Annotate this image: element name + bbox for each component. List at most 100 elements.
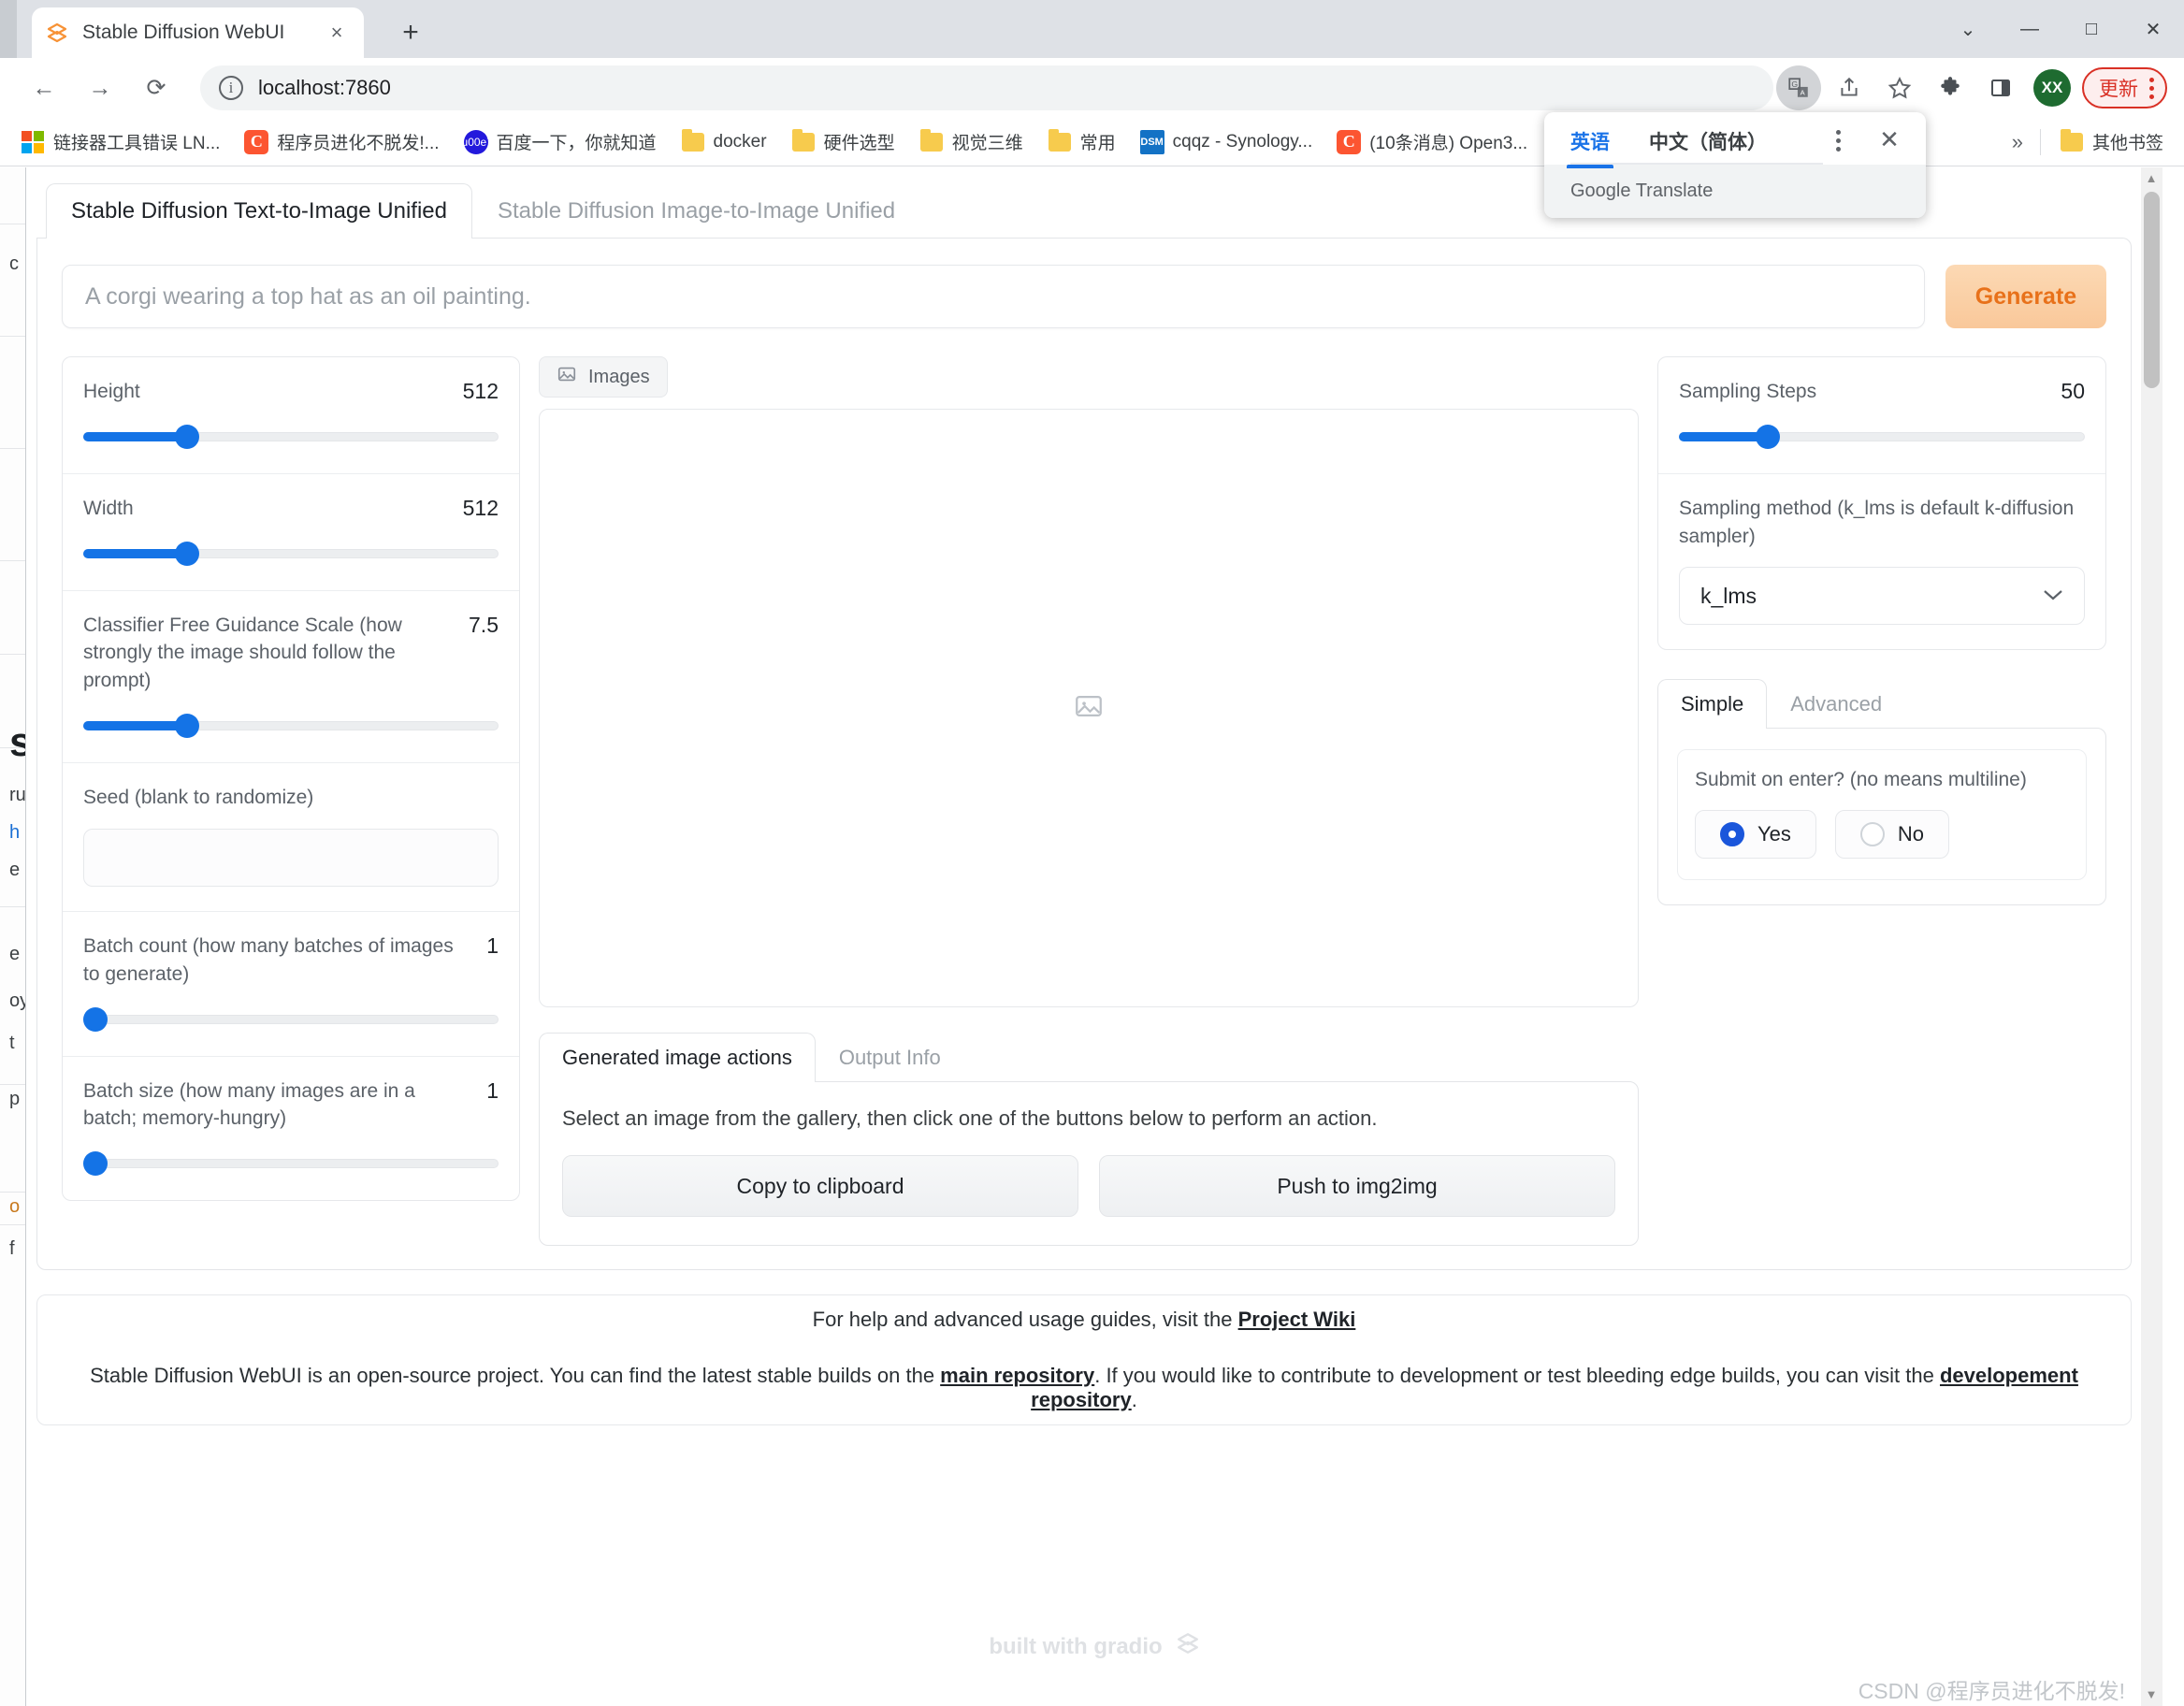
bookmark-item[interactable]: docker xyxy=(681,130,767,154)
sampling-panel: Sampling Steps 50 xyxy=(1657,356,2106,650)
other-bookmarks-item[interactable]: 其他书签 xyxy=(2060,129,2163,154)
bookmark-item[interactable]: 链接器工具错误 LN... xyxy=(21,129,220,154)
slider-knob[interactable] xyxy=(1756,425,1780,449)
slider-fill xyxy=(1679,432,1768,441)
slider-knob[interactable] xyxy=(175,542,199,566)
sampling-method-select[interactable]: k_lms xyxy=(1679,567,2085,625)
chrome-menu-icon[interactable] xyxy=(2149,78,2154,99)
control-value: 1 xyxy=(486,933,499,959)
prompt-placeholder: A corgi wearing a top hat as an oil pain… xyxy=(85,283,531,311)
tab-image-to-image[interactable]: Stable Diffusion Image-to-Image Unified xyxy=(472,183,920,239)
bookmarks-overflow-icon[interactable]: » xyxy=(1995,130,2040,154)
left-parameters-column: Height 512 xyxy=(62,356,520,1201)
output-tabs: Generated image actions Output Info xyxy=(539,1034,1639,1082)
width-slider[interactable] xyxy=(83,542,499,566)
copy-to-clipboard-button[interactable]: Copy to clipboard xyxy=(562,1155,1078,1217)
extensions-puzzle-icon[interactable] xyxy=(1928,65,1973,110)
sampling-steps-slider[interactable] xyxy=(1679,425,2085,449)
translate-options-kebab-icon[interactable] xyxy=(1823,125,1853,155)
bg-text-fragment: oy xyxy=(9,990,26,1012)
window-left-edge xyxy=(0,0,17,58)
prompt-input[interactable]: A corgi wearing a top hat as an oil pain… xyxy=(62,265,1925,328)
bg-text-fragment: p xyxy=(9,1089,26,1110)
back-icon[interactable]: ← xyxy=(21,65,67,111)
translate-tab-chinese[interactable]: 中文（简体） xyxy=(1649,112,1767,168)
cfg-scale-slider[interactable] xyxy=(83,714,499,738)
side-panel-icon[interactable] xyxy=(1978,65,2023,110)
bookmark-label: cqqz - Synology... xyxy=(1173,132,1313,152)
tab-generated-image-actions[interactable]: Generated image actions xyxy=(539,1033,816,1082)
translate-tab-english[interactable]: 英语 xyxy=(1570,112,1610,168)
description-part-2: . If you would like to contribute to dev… xyxy=(1094,1364,1940,1387)
gallery-tab-images[interactable]: Images xyxy=(539,356,668,398)
project-wiki-link[interactable]: Project Wiki xyxy=(1238,1308,1356,1331)
batch-count-slider[interactable] xyxy=(83,1007,499,1032)
bookmark-label: 链接器工具错误 LN... xyxy=(53,129,220,154)
scrollbar-thumb[interactable] xyxy=(2144,192,2160,388)
tab-advanced[interactable]: Advanced xyxy=(1767,679,1905,729)
bookmark-item[interactable]: C 程序员进化不脱发!... xyxy=(244,129,439,154)
close-window-button[interactable]: ✕ xyxy=(2122,0,2184,58)
bookmark-item[interactable]: C (10条消息) Open3... xyxy=(1337,129,1527,154)
page-scrollbar[interactable]: ▲ ▼ xyxy=(2141,167,2162,1706)
seed-input[interactable] xyxy=(83,829,499,887)
scroll-down-arrow-icon[interactable]: ▼ xyxy=(2144,1687,2159,1702)
control-label: Classifier Free Guidance Scale (how stro… xyxy=(83,612,456,695)
generate-button[interactable]: Generate xyxy=(1945,265,2106,328)
slider-knob[interactable] xyxy=(175,425,199,449)
description-part-1: Stable Diffusion WebUI is an open-source… xyxy=(90,1364,940,1387)
batch-size-slider[interactable] xyxy=(83,1151,499,1176)
share-icon[interactable] xyxy=(1827,65,1872,110)
height-slider[interactable] xyxy=(83,425,499,449)
update-button[interactable]: 更新 xyxy=(2082,67,2167,108)
bookmark-item[interactable]: 硬件选型 xyxy=(791,129,895,154)
avatar[interactable]: XX xyxy=(2033,69,2071,107)
svg-text:G: G xyxy=(1791,80,1798,89)
tab-simple[interactable]: Simple xyxy=(1657,679,1767,729)
csdn-icon: C xyxy=(1337,130,1361,154)
bg-text-fragment: e xyxy=(9,944,26,965)
translate-close-icon[interactable]: ✕ xyxy=(1873,123,1905,155)
gradio-credit[interactable]: built with gradio xyxy=(26,1631,2162,1662)
simple-advanced-section: Simple Advanced Submit on enter? (no mea… xyxy=(1657,680,2106,905)
app-body: A corgi wearing a top hat as an oil pain… xyxy=(36,238,2132,1270)
minimize-button[interactable]: — xyxy=(1999,0,2061,58)
maximize-button[interactable]: □ xyxy=(2061,0,2122,58)
radio-no[interactable]: No xyxy=(1835,810,1949,859)
radio-yes[interactable]: Yes xyxy=(1695,810,1816,859)
slider-knob[interactable] xyxy=(83,1151,108,1176)
bookmark-item[interactable]: DSM cqqz - Synology... xyxy=(1140,130,1313,154)
browser-tab[interactable]: Stable Diffusion WebUI × xyxy=(32,7,364,58)
site-info-icon[interactable]: i xyxy=(219,76,243,100)
bg-text-fragment: ru xyxy=(9,785,26,806)
control-label: Sampling method (k_lms is default k-diff… xyxy=(1679,495,2085,551)
scroll-up-arrow-icon[interactable]: ▲ xyxy=(2144,171,2159,186)
push-to-img2img-button[interactable]: Push to img2img xyxy=(1099,1155,1615,1217)
image-gallery[interactable] xyxy=(539,409,1639,1007)
window-controls: ⌄ — □ ✕ xyxy=(1937,0,2184,58)
close-tab-icon[interactable]: × xyxy=(323,19,351,47)
description-part-3: . xyxy=(1132,1388,1137,1411)
main-repository-link[interactable]: main repository xyxy=(940,1364,1094,1387)
slider-knob[interactable] xyxy=(83,1007,108,1032)
bookmark-item[interactable]: 视觉三维 xyxy=(919,129,1023,154)
translate-icon[interactable]: G A xyxy=(1776,65,1821,110)
browser-tab-strip-area: Stable Diffusion WebUI × + ⌄ — □ ✕ xyxy=(0,0,2184,58)
bookmark-item[interactable]: 常用 xyxy=(1048,129,1116,154)
forward-icon[interactable]: → xyxy=(77,65,123,111)
bookmark-item[interactable]: \u00e7 百度一下，你就知道 xyxy=(464,129,657,154)
folder-icon xyxy=(791,130,816,154)
reload-icon[interactable]: ⟳ xyxy=(133,65,180,111)
slider-knob[interactable] xyxy=(175,714,199,738)
tab-text-to-image[interactable]: Stable Diffusion Text-to-Image Unified xyxy=(46,183,472,239)
csdn-icon: C xyxy=(244,130,268,154)
new-tab-button[interactable]: + xyxy=(391,13,430,52)
address-bar[interactable]: i localhost:7860 xyxy=(200,65,1773,110)
control-value: 512 xyxy=(463,495,499,521)
bookmark-star-icon[interactable] xyxy=(1877,65,1922,110)
gallery-tab-label: Images xyxy=(588,367,650,388)
dsm-icon: DSM xyxy=(1140,130,1164,154)
browser-tab-title: Stable Diffusion WebUI xyxy=(82,22,323,44)
tab-output-info[interactable]: Output Info xyxy=(816,1033,964,1082)
tab-search-chevron-icon[interactable]: ⌄ xyxy=(1937,0,1999,58)
